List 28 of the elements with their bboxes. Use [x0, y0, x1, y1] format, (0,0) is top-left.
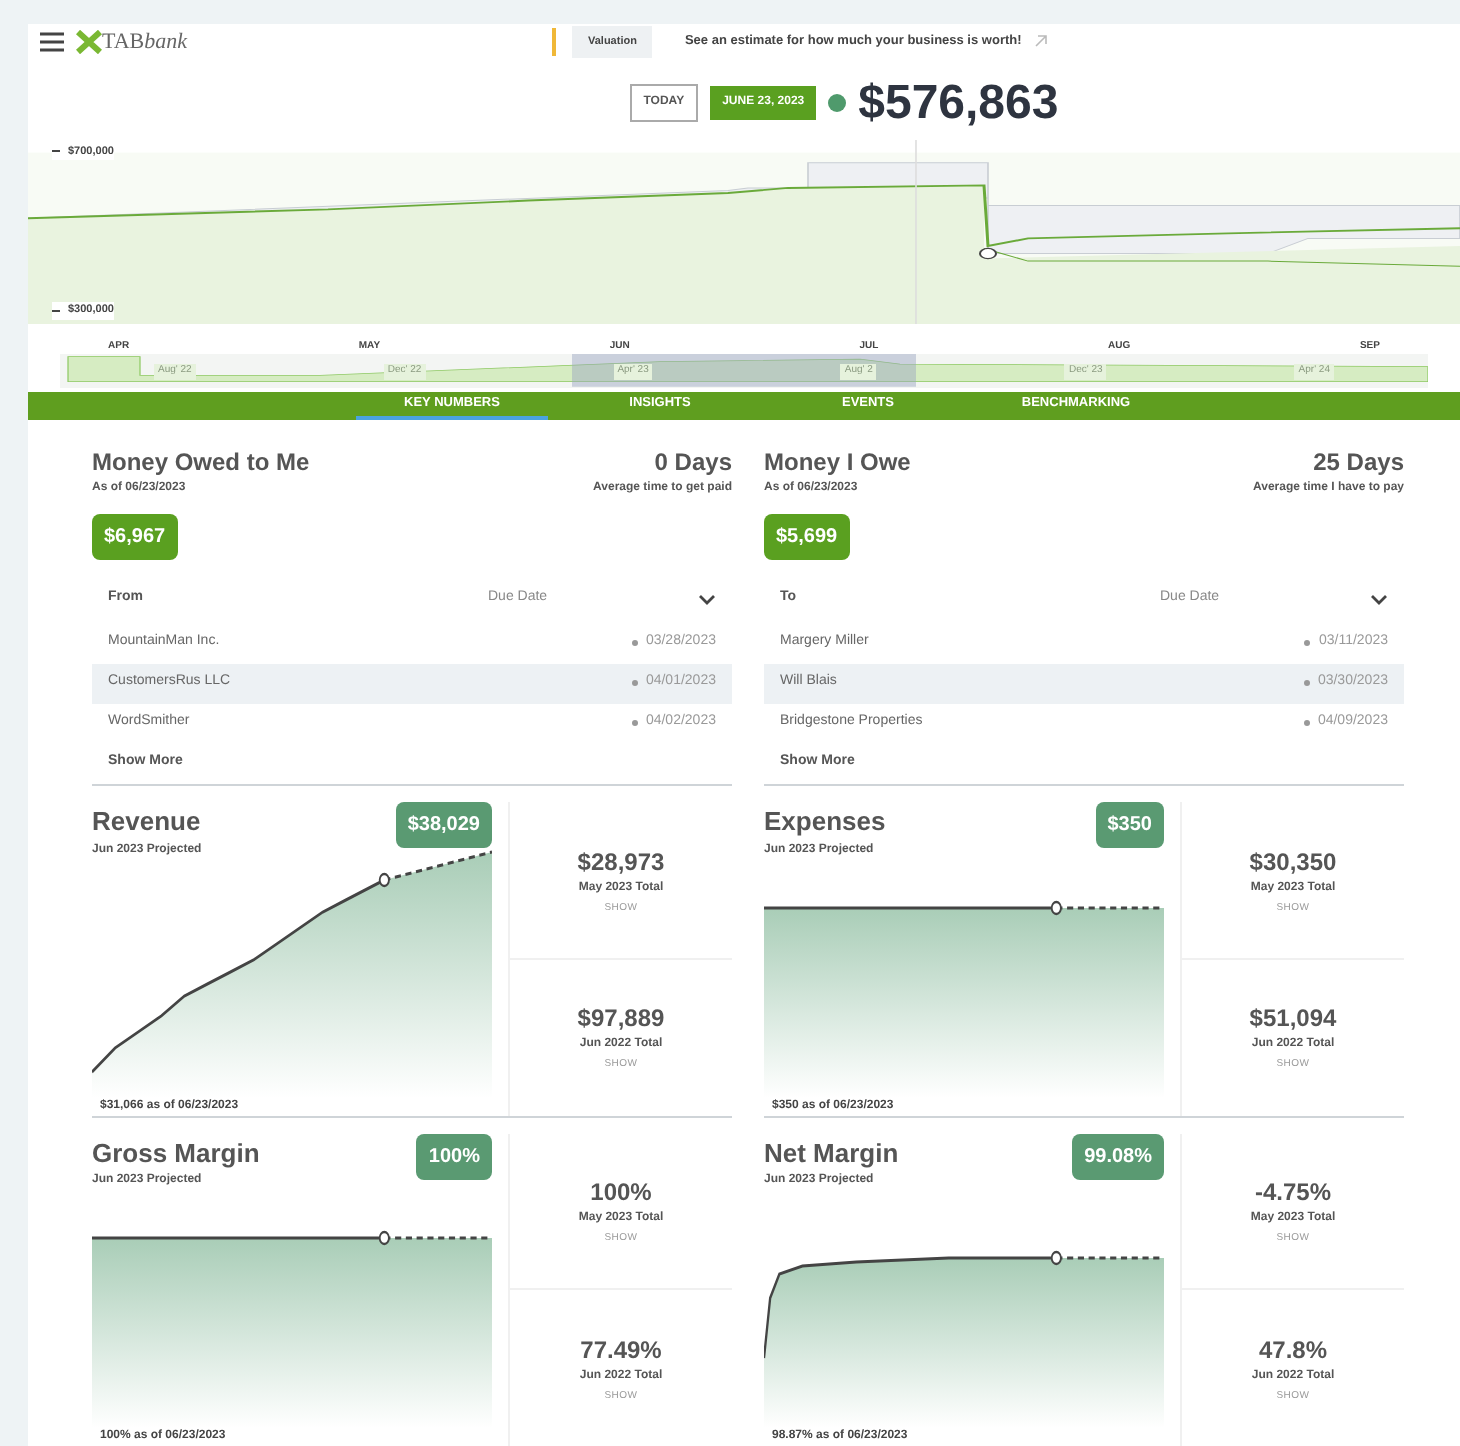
total-amount: $6,967 [92, 513, 178, 559]
valuation-amount: $576,863 [858, 73, 1059, 134]
metric-value: 99.08% [1072, 1133, 1164, 1179]
metric-title: Gross Margin [92, 1135, 260, 1172]
stat-value: $51,094 [1249, 1002, 1337, 1037]
stat-value: $28,973 [577, 845, 665, 880]
tick-mark [52, 310, 60, 313]
metric-value: 100% [416, 1133, 492, 1179]
stat-value: -4.75% [1254, 1176, 1332, 1211]
logo: TABbank [76, 25, 496, 59]
chevron-down-icon[interactable] [698, 593, 716, 605]
days-value: 25 Days [1313, 445, 1404, 479]
stat-value: 47.8% [1258, 1333, 1328, 1368]
stat-value: 77.49% [580, 1333, 662, 1368]
total-amount: $5,699 [764, 513, 850, 559]
stat-value: 100% [590, 1176, 652, 1211]
metric-title: Net Margin [764, 1135, 899, 1172]
menu-icon[interactable] [40, 31, 64, 52]
metric-value: $350 [1095, 802, 1164, 848]
stat-value: $30,350 [1249, 845, 1337, 880]
section-title: Money Owed to Me [92, 445, 310, 479]
stat-value: $97,889 [577, 1002, 665, 1037]
section-title: Money I Owe [764, 445, 911, 479]
days-value: 0 Days [654, 445, 732, 479]
metric-title: Expenses [764, 804, 886, 840]
metric-title: Revenue [92, 804, 202, 840]
metric-value: $38,029 [395, 802, 492, 848]
chevron-down-icon[interactable] [1370, 593, 1388, 605]
